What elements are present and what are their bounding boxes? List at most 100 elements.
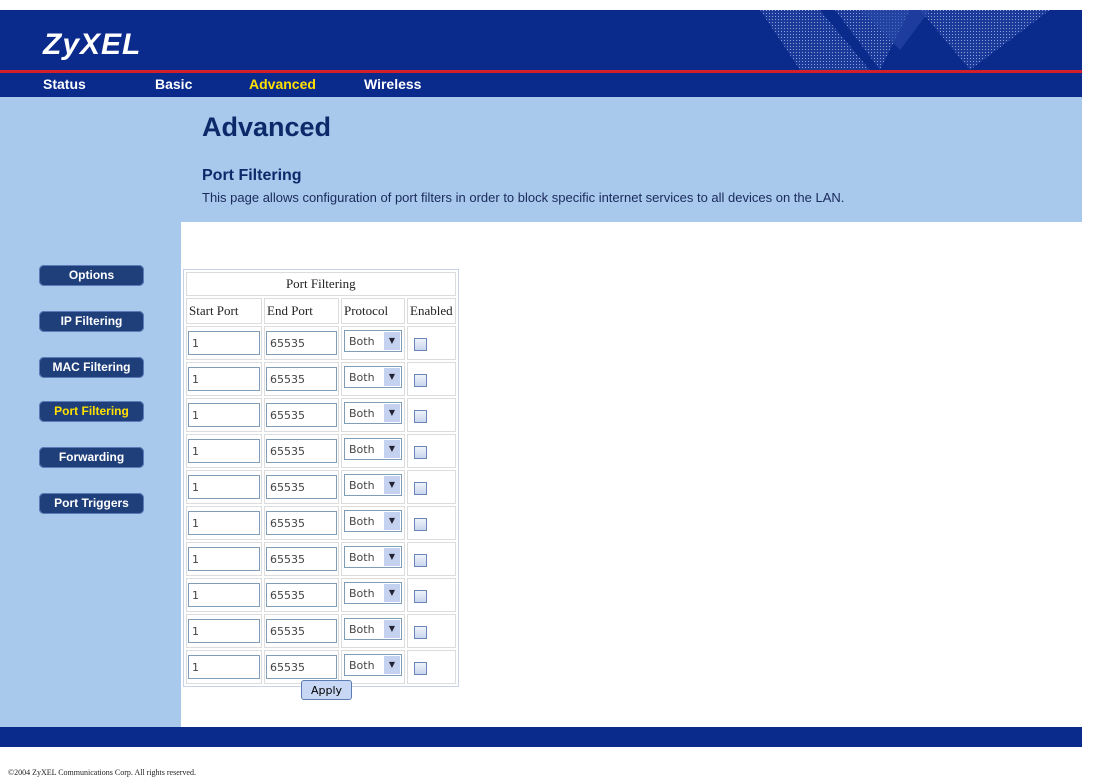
- protocol-select[interactable]: Both ▼: [344, 438, 402, 460]
- protocol-cell: Both ▼: [341, 614, 405, 648]
- enabled-checkbox[interactable]: [414, 661, 427, 675]
- protocol-select[interactable]: Both ▼: [344, 366, 402, 388]
- start-port-cell: [186, 506, 262, 540]
- start-port-cell: [186, 362, 262, 396]
- tab-advanced[interactable]: Advanced: [249, 74, 316, 94]
- sidebar-item-port-filtering[interactable]: Port Filtering: [39, 401, 144, 422]
- sidebar-item-ip-filtering[interactable]: IP Filtering: [39, 311, 144, 332]
- end-port-cell: [264, 614, 339, 648]
- enabled-checkbox[interactable]: [414, 517, 427, 531]
- start-port-cell: [186, 434, 262, 468]
- column-header-start-port: Start Port: [186, 298, 262, 324]
- copyright-text: ©2004 ZyXEL Communications Corp. All rig…: [8, 768, 196, 777]
- protocol-select[interactable]: Both ▼: [344, 618, 402, 640]
- start-port-cell: [186, 470, 262, 504]
- table-row: Both ▼: [186, 434, 456, 468]
- protocol-select[interactable]: Both ▼: [344, 546, 402, 568]
- end-port-cell: [264, 542, 339, 576]
- protocol-select[interactable]: Both ▼: [344, 402, 402, 424]
- start-port-input[interactable]: [188, 619, 260, 643]
- protocol-select[interactable]: Both ▼: [344, 474, 402, 496]
- protocol-select[interactable]: Both ▼: [344, 654, 402, 676]
- start-port-cell: [186, 326, 262, 360]
- footer-bar: [0, 727, 1082, 747]
- end-port-input[interactable]: [266, 547, 337, 571]
- end-port-input[interactable]: [266, 403, 337, 427]
- end-port-input[interactable]: [266, 367, 337, 391]
- start-port-input[interactable]: [188, 403, 260, 427]
- table-row: Both ▼: [186, 614, 456, 648]
- end-port-input[interactable]: [266, 439, 337, 463]
- end-port-cell: [264, 578, 339, 612]
- end-port-cell: [264, 506, 339, 540]
- sidebar-item-mac-filtering[interactable]: MAC Filtering: [39, 357, 144, 378]
- end-port-cell: [264, 434, 339, 468]
- tab-status[interactable]: Status: [43, 74, 86, 94]
- start-port-input[interactable]: [188, 475, 260, 499]
- end-port-input[interactable]: [266, 475, 337, 499]
- enabled-checkbox[interactable]: [414, 553, 427, 567]
- protocol-select[interactable]: Both ▼: [344, 330, 402, 352]
- section-title: Port Filtering: [202, 167, 302, 184]
- enabled-cell: [407, 614, 456, 648]
- enabled-cell: [407, 470, 456, 504]
- start-port-cell: [186, 398, 262, 432]
- table-row: Both ▼: [186, 362, 456, 396]
- start-port-cell: [186, 650, 262, 684]
- end-port-input[interactable]: [266, 619, 337, 643]
- enabled-checkbox[interactable]: [414, 589, 427, 603]
- start-port-input[interactable]: [188, 547, 260, 571]
- enabled-cell: [407, 326, 456, 360]
- protocol-select[interactable]: Both ▼: [344, 582, 402, 604]
- tab-wireless[interactable]: Wireless: [364, 74, 421, 94]
- protocol-cell: Both ▼: [341, 542, 405, 576]
- protocol-select-value: Both: [349, 623, 375, 636]
- end-port-cell: [264, 362, 339, 396]
- apply-button[interactable]: Apply: [301, 680, 352, 700]
- column-header-end-port: End Port: [264, 298, 339, 324]
- end-port-cell: [264, 326, 339, 360]
- end-port-input[interactable]: [266, 655, 337, 679]
- protocol-cell: Both ▼: [341, 434, 405, 468]
- start-port-input[interactable]: [188, 439, 260, 463]
- enabled-cell: [407, 578, 456, 612]
- enabled-checkbox[interactable]: [414, 373, 427, 387]
- end-port-input[interactable]: [266, 331, 337, 355]
- enabled-checkbox[interactable]: [414, 409, 427, 423]
- end-port-input[interactable]: [266, 583, 337, 607]
- port-filtering-table: Port Filtering Start Port End Port Proto…: [183, 269, 459, 687]
- start-port-input[interactable]: [188, 583, 260, 607]
- start-port-input[interactable]: [188, 367, 260, 391]
- enabled-cell: [407, 542, 456, 576]
- table-caption: Port Filtering: [186, 272, 456, 296]
- protocol-cell: Both ▼: [341, 506, 405, 540]
- protocol-select-value: Both: [349, 479, 375, 492]
- enabled-checkbox[interactable]: [414, 337, 427, 351]
- sidebar-item-options[interactable]: Options: [39, 265, 144, 286]
- enabled-cell: [407, 650, 456, 684]
- end-port-input[interactable]: [266, 511, 337, 535]
- sidebar-item-forwarding[interactable]: Forwarding: [39, 447, 144, 468]
- protocol-select-value: Both: [349, 443, 375, 456]
- table-row: Both ▼: [186, 650, 456, 684]
- start-port-cell: [186, 614, 262, 648]
- start-port-input[interactable]: [188, 655, 260, 679]
- chevron-down-icon: ▼: [384, 476, 400, 494]
- table-row: Both ▼: [186, 506, 456, 540]
- header-pattern-graphic: [760, 10, 1050, 70]
- page-title: Advanced: [202, 112, 332, 142]
- protocol-select[interactable]: Both ▼: [344, 510, 402, 532]
- chevron-down-icon: ▼: [384, 512, 400, 530]
- sidebar-item-port-triggers[interactable]: Port Triggers: [39, 493, 144, 514]
- enabled-cell: [407, 362, 456, 396]
- enabled-cell: [407, 506, 456, 540]
- enabled-checkbox[interactable]: [414, 481, 427, 495]
- start-port-input[interactable]: [188, 511, 260, 535]
- enabled-checkbox[interactable]: [414, 445, 427, 459]
- table-row: Both ▼: [186, 398, 456, 432]
- start-port-input[interactable]: [188, 331, 260, 355]
- protocol-select-value: Both: [349, 587, 375, 600]
- chevron-down-icon: ▼: [384, 656, 400, 674]
- tab-basic[interactable]: Basic: [155, 74, 192, 94]
- enabled-checkbox[interactable]: [414, 625, 427, 639]
